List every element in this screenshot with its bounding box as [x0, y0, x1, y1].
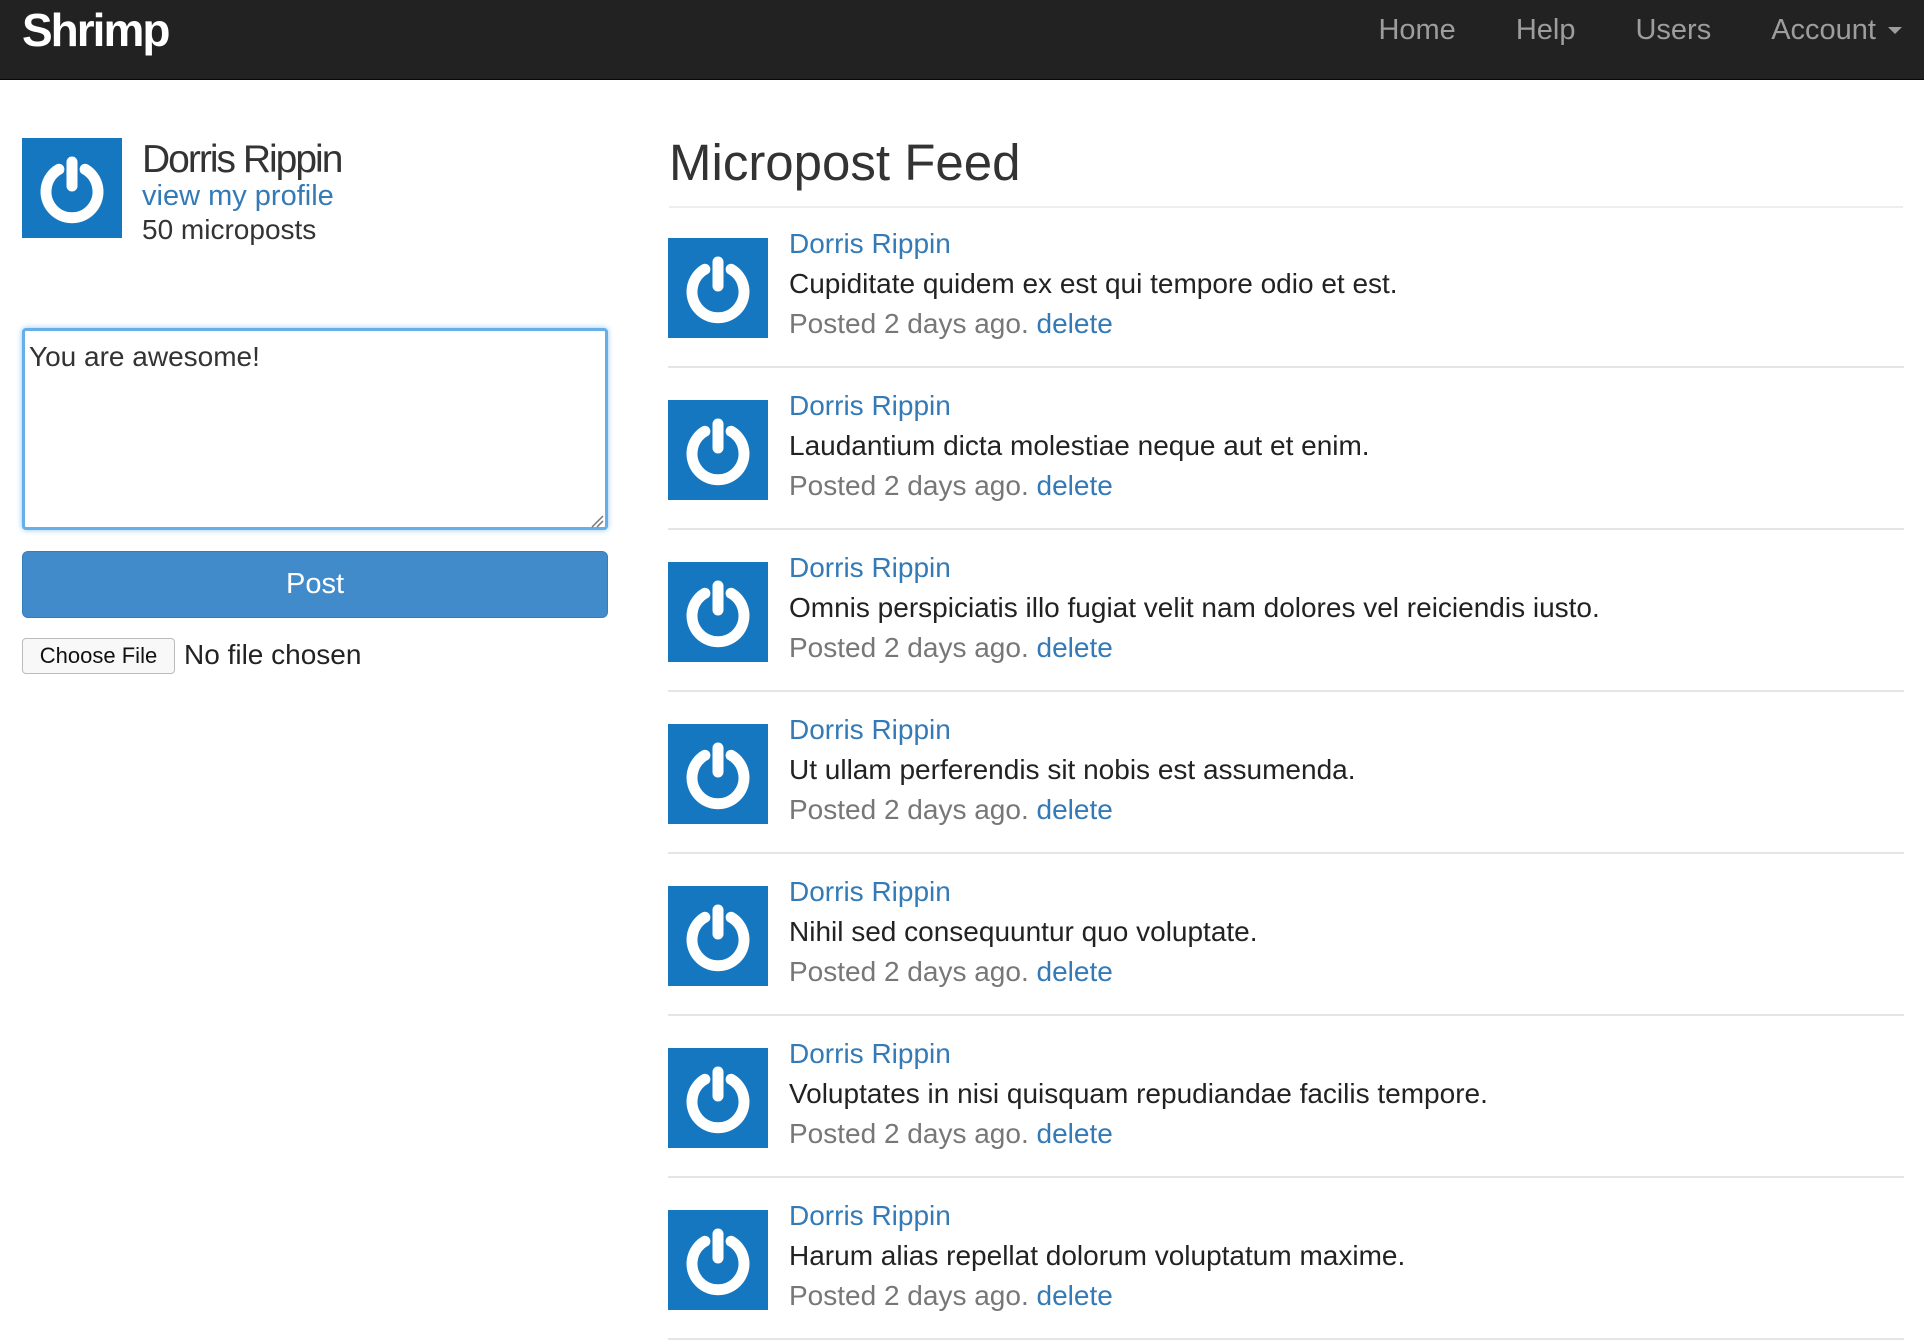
power-icon [686, 1228, 750, 1296]
feed-content: Voluptates in nisi quisquam repudiandae … [789, 1078, 1488, 1109]
power-icon [686, 904, 750, 972]
feed-item: Dorris Rippin Omnis perspiciatis illo fu… [668, 530, 1904, 692]
micropost-count: 50 microposts [142, 214, 317, 245]
feed-content: Cupiditate quidem ex est qui tempore odi… [789, 268, 1398, 299]
avatar[interactable] [22, 138, 122, 238]
nav-links: Home Help Users Account [1318, 0, 1902, 80]
feed-item: Dorris Rippin Harum alias repellat dolor… [668, 1178, 1904, 1340]
nav-help-link[interactable]: Help [1516, 1, 1576, 59]
delete-link[interactable]: delete [1037, 956, 1113, 987]
feed-content: Laudantium dicta molestiae neque aut et … [789, 430, 1370, 461]
feed-timestamp: Posted 2 days ago. delete [789, 306, 1113, 342]
feed-timestamp: Posted 2 days ago. delete [789, 468, 1113, 504]
power-icon [40, 156, 104, 224]
feed-content: Omnis perspiciatis illo fugiat velit nam… [789, 592, 1600, 623]
micropost-textarea[interactable]: You are awesome! [22, 328, 608, 530]
feed-content: Ut ullam perferendis sit nobis est assum… [789, 754, 1356, 785]
feed-avatar[interactable] [668, 1210, 768, 1310]
feed-timestamp: Posted 2 days ago. delete [789, 954, 1113, 990]
feed-item: Dorris Rippin Voluptates in nisi quisqua… [668, 1016, 1904, 1178]
feed-timestamp: Posted 2 days ago. delete [789, 792, 1113, 828]
power-icon [686, 580, 750, 648]
feed-timestamp: Posted 2 days ago. delete [789, 1278, 1113, 1314]
nav-account-dropdown[interactable]: Account [1771, 1, 1902, 59]
file-status: No file chosen [184, 639, 362, 670]
feed-timestamp: Posted 2 days ago. delete [789, 1116, 1113, 1152]
feed-title: Micropost Feed [669, 134, 1021, 191]
posted-text: Posted 2 days ago. [789, 308, 1029, 339]
posted-text: Posted 2 days ago. [789, 956, 1029, 987]
feed-user-link[interactable]: Dorris Rippin [789, 550, 951, 586]
delete-link[interactable]: delete [1037, 308, 1113, 339]
feed-item: Dorris Rippin Ut ullam perferendis sit n… [668, 692, 1904, 854]
power-icon [686, 256, 750, 324]
user-name: Dorris Rippin [142, 138, 343, 181]
power-icon [686, 1066, 750, 1134]
feed-avatar[interactable] [668, 724, 768, 824]
feed-item: Dorris Rippin Laudantium dicta molestiae… [668, 368, 1904, 530]
delete-link[interactable]: delete [1037, 794, 1113, 825]
power-icon [686, 742, 750, 810]
delete-link[interactable]: delete [1037, 1280, 1113, 1311]
feed-user-link[interactable]: Dorris Rippin [789, 1198, 951, 1234]
posted-text: Posted 2 days ago. [789, 632, 1029, 663]
posted-text: Posted 2 days ago. [789, 470, 1029, 501]
feed-timestamp: Posted 2 days ago. delete [789, 630, 1113, 666]
feed-content: Harum alias repellat dolorum voluptatum … [789, 1240, 1406, 1271]
nav-home-link[interactable]: Home [1378, 1, 1455, 59]
feed-avatar[interactable] [668, 400, 768, 500]
feed-list: Dorris Rippin Cupiditate quidem ex est q… [668, 206, 1904, 1340]
view-profile-link[interactable]: view my profile [142, 178, 334, 214]
feed-user-link[interactable]: Dorris Rippin [789, 1036, 951, 1072]
posted-text: Posted 2 days ago. [789, 794, 1029, 825]
posted-text: Posted 2 days ago. [789, 1118, 1029, 1149]
feed-avatar[interactable] [668, 886, 768, 986]
nav-account-label: Account [1771, 14, 1876, 46]
feed-avatar[interactable] [668, 1048, 768, 1148]
post-button[interactable]: Post [22, 551, 608, 618]
feed-item: Dorris Rippin Cupiditate quidem ex est q… [668, 206, 1904, 368]
caret-down-icon [1888, 26, 1902, 34]
feed-avatar[interactable] [668, 238, 768, 338]
brand-logo[interactable]: Shrimp [22, 4, 170, 56]
feed-item: Dorris Rippin Nihil sed consequuntur quo… [668, 854, 1904, 1016]
power-icon [686, 418, 750, 486]
resize-grip-icon[interactable] [590, 514, 604, 528]
feed-user-link[interactable]: Dorris Rippin [789, 712, 951, 748]
nav-users-link[interactable]: Users [1635, 1, 1711, 59]
delete-link[interactable]: delete [1037, 470, 1113, 501]
posted-text: Posted 2 days ago. [789, 1280, 1029, 1311]
feed-avatar[interactable] [668, 562, 768, 662]
delete-link[interactable]: delete [1037, 1118, 1113, 1149]
feed-user-link[interactable]: Dorris Rippin [789, 874, 951, 910]
choose-file-button[interactable]: Choose File [22, 638, 175, 674]
navbar: Shrimp Home Help Users Account [0, 0, 1924, 80]
feed-user-link[interactable]: Dorris Rippin [789, 388, 951, 424]
feed-user-link[interactable]: Dorris Rippin [789, 226, 951, 262]
delete-link[interactable]: delete [1037, 632, 1113, 663]
feed-content: Nihil sed consequuntur quo voluptate. [789, 916, 1258, 947]
